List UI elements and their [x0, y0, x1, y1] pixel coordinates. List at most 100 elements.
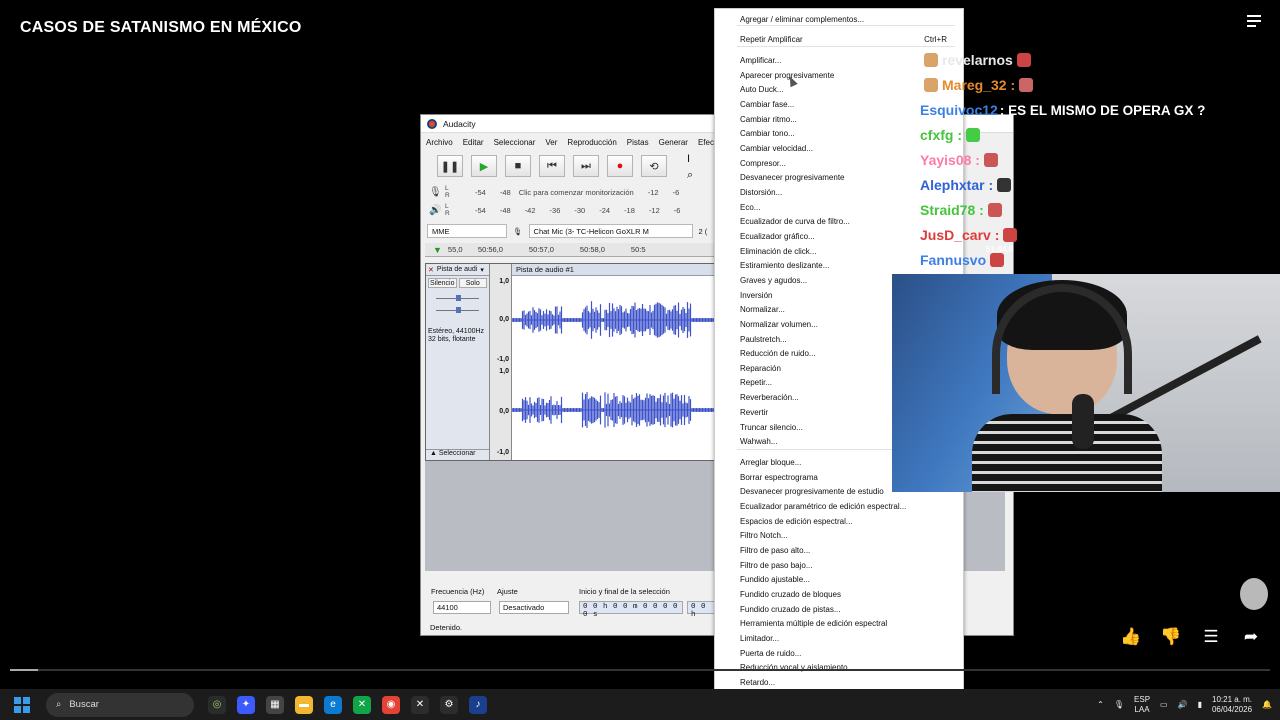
track-format-info: Estéreo, 44100Hz 32 bits, flotante: [428, 328, 485, 343]
menu-item[interactable]: Agregar / eliminar complementos...: [740, 13, 951, 27]
volume-icon[interactable]: 🔊: [1178, 700, 1188, 709]
menu-item[interactable]: Filtro de paso bajo...: [740, 559, 951, 573]
record-meter[interactable]: 🎙 LR -54 -48 Clic para comenzar monitori…: [429, 183, 719, 201]
microphone-icon: 🎙: [429, 186, 442, 198]
snap-select[interactable]: Desactivado: [499, 601, 569, 614]
zoom-tool-icon[interactable]: ⌕: [687, 167, 711, 183]
menu-item-label: Repetir...: [740, 378, 773, 387]
chat-emote-icon: [1016, 53, 1031, 67]
network-icon[interactable]: ▭: [1160, 700, 1168, 709]
edge-icon[interactable]: e: [324, 695, 342, 714]
file-explorer-icon[interactable]: ▬: [295, 695, 313, 714]
clock[interactable]: 10:21 a. m. 06/04/2026: [1212, 695, 1252, 715]
play-button[interactable]: ▶: [471, 155, 497, 177]
recording-device-select[interactable]: Chat Mic (3- TC-Helicon GoXLR M: [528, 224, 693, 238]
menu-item-label: Distorsión...: [740, 188, 783, 197]
audacity-taskbar-icon[interactable]: ♪: [469, 695, 487, 714]
widgets-icon[interactable]: ◎: [208, 695, 226, 714]
menu-reproduccion[interactable]: Reproducción: [567, 138, 616, 149]
language-indicator[interactable]: ESP LAA: [1134, 695, 1150, 715]
timeline-ruler[interactable]: ▼ 55,0 50:56,0 50:57,0 50:58,0 50:5: [425, 243, 715, 257]
menu-item[interactable]: Retardo...: [740, 676, 951, 690]
solo-button[interactable]: Solo: [458, 278, 487, 288]
menu-item[interactable]: Limitador...: [740, 632, 951, 646]
vertical-scale[interactable]: 1,0 0,0 -1,0 1,0 0,0 -1,0: [490, 264, 512, 460]
channel-mascot-icon: [1240, 578, 1268, 610]
xbox-icon[interactable]: ✕: [353, 695, 371, 714]
menu-item[interactable]: Herramienta múltiple de edición espectra…: [740, 617, 951, 631]
menu-item[interactable]: Ecualizador paramétrico de edición espec…: [740, 500, 951, 514]
pan-slider-thumb[interactable]: [456, 307, 461, 313]
menu-editar[interactable]: Editar: [463, 138, 484, 149]
chat-message: Fannusvo: [920, 252, 1008, 268]
chat-emote-icon: [1003, 228, 1018, 242]
status-bar: Detenido.: [430, 623, 463, 632]
menu-item[interactable]: Reducción vocal y aislamiento...: [740, 661, 951, 675]
menu-pistas[interactable]: Pistas: [627, 138, 649, 149]
waveform-area[interactable]: Pista de audio #1: [512, 264, 716, 460]
skip-end-button[interactable]: ⏭: [573, 155, 599, 177]
channels-select[interactable]: 2 (: [699, 227, 708, 236]
menu-item[interactable]: Espacios de edición espectral...: [740, 515, 951, 529]
share-icon[interactable]: ➦: [1240, 627, 1262, 647]
record-button[interactable]: ●: [607, 155, 633, 177]
selection-end-time[interactable]: 0 0 h: [687, 601, 717, 619]
menu-seleccionar[interactable]: Seleccionar: [494, 138, 536, 149]
track-name[interactable]: Pista de audi: [437, 266, 477, 273]
menu-item[interactable]: Fundido ajustable...: [740, 573, 951, 587]
rate-select[interactable]: 44100: [433, 601, 491, 614]
taskbar-search[interactable]: ⌕ Buscar: [46, 692, 194, 717]
clip-title[interactable]: Pista de audio #1: [512, 264, 714, 276]
tools-toolbar: I ⌕: [687, 151, 711, 183]
pause-button[interactable]: ❚❚: [437, 155, 463, 177]
gain-slider[interactable]: [432, 294, 483, 302]
menu-item-label: Filtro de paso bajo...: [740, 561, 813, 570]
menu-item[interactable]: Fundido cruzado de bloques: [740, 588, 951, 602]
monitor-hint[interactable]: Clic para comenzar monitorización: [519, 188, 634, 197]
chevron-up-icon[interactable]: ⌃: [1097, 700, 1104, 709]
menu-generar[interactable]: Generar: [659, 138, 688, 149]
excel-icon[interactable]: ✕: [411, 695, 429, 714]
menu-archivo[interactable]: Archivo: [426, 138, 453, 149]
comments-icon[interactable]: ☰: [1200, 627, 1222, 647]
menu-item-label: Truncar silencio...: [740, 423, 803, 432]
notifications-icon[interactable]: 🔔: [1262, 700, 1272, 709]
settings-icon[interactable]: ⚙: [440, 695, 458, 714]
microphone-tray-icon[interactable]: 🎙: [1114, 700, 1124, 709]
playlist-queue-icon[interactable]: [1247, 15, 1263, 29]
like-icon[interactable]: 👍: [1120, 627, 1142, 647]
chevron-down-icon[interactable]: ▾: [480, 266, 484, 274]
menu-item[interactable]: Filtro de paso alto...: [740, 544, 951, 558]
ruler-time: 50:57,0: [528, 245, 554, 254]
stop-button[interactable]: ■: [505, 155, 531, 177]
mute-button[interactable]: Silencio: [428, 278, 457, 288]
selection-start-time[interactable]: 0 0 h 0 0 m 0 0 0 0 0 s: [579, 601, 683, 619]
select-track-button[interactable]: ▲ Seleccionar: [426, 449, 489, 460]
skip-start-button[interactable]: ⏮: [539, 155, 565, 177]
menu-item[interactable]: Fundido cruzado de pistas...: [740, 603, 951, 617]
audio-host-select[interactable]: MME: [427, 224, 507, 238]
windows-start-icon[interactable]: [14, 696, 30, 713]
menu-item[interactable]: Puerta de ruido...: [740, 647, 951, 661]
menu-item-label: Reparación: [740, 364, 781, 373]
menu-ver[interactable]: Ver: [545, 138, 557, 149]
selection-tool-icon[interactable]: I: [687, 151, 711, 167]
store-icon[interactable]: ▦: [266, 695, 284, 714]
dislike-icon[interactable]: 👎: [1160, 627, 1182, 647]
chrome-icon[interactable]: ◉: [382, 695, 400, 714]
chat-username: JusD_carv :: [920, 227, 1000, 243]
meter-tick: -36: [549, 205, 561, 215]
menu-item[interactable]: Repetir Amplificar Ctrl+R: [740, 33, 951, 47]
copilot-icon[interactable]: ✦: [237, 695, 255, 714]
chat-message: Mareg_32 :: [920, 77, 1037, 93]
playback-meter[interactable]: 🔊 LR -54 -48 -42 -36 -30 -24 -18 -12 -6: [429, 201, 719, 219]
ruler-time: 50:56,0: [477, 245, 503, 254]
video-progress-bar[interactable]: [10, 669, 1270, 671]
gain-slider-thumb[interactable]: [456, 295, 461, 301]
menu-item-label: Herramienta múltiple de edición espectra…: [740, 619, 888, 628]
close-track-icon[interactable]: ✕: [428, 266, 434, 274]
battery-icon[interactable]: ▮: [1198, 700, 1202, 709]
menu-item[interactable]: Filtro Notch...: [740, 529, 951, 543]
loop-button[interactable]: ⟲: [641, 155, 667, 177]
pan-slider[interactable]: [432, 306, 483, 314]
